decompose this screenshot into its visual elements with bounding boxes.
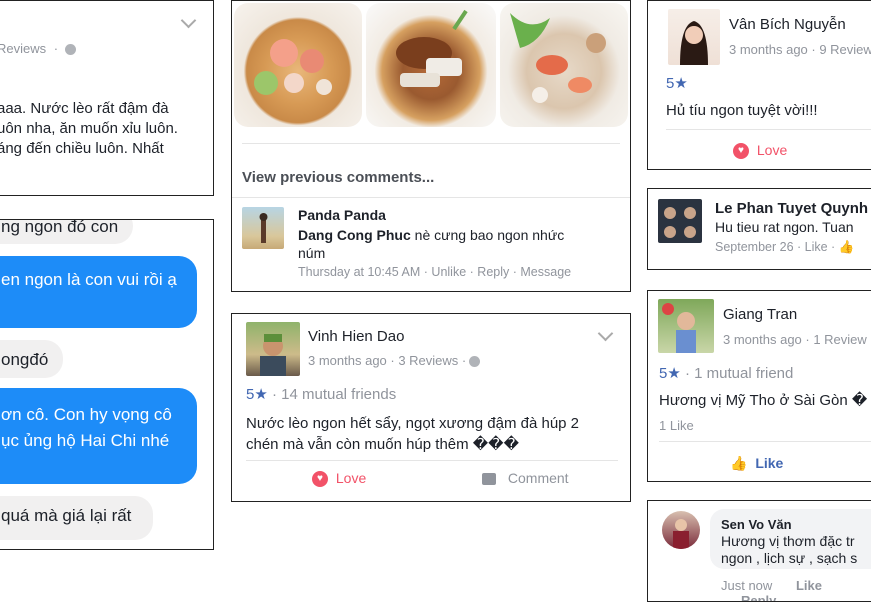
review-meta: September 26 · Like · xyxy=(715,240,836,254)
food-photo-1[interactable] xyxy=(234,3,362,127)
reviewer-avatar[interactable] xyxy=(246,322,300,376)
reviewer-name[interactable]: Vinh Hien Dao xyxy=(308,328,404,345)
reviewer-name[interactable]: Sen Vo Văn xyxy=(721,517,792,532)
reviewer-name[interactable]: Vân Bích Nguyễn xyxy=(729,16,846,33)
review-text-line: aaa. Nước lèo rất đậm đà xyxy=(0,100,169,117)
like-link[interactable]: Like xyxy=(796,578,822,593)
rating-stars: 5★ xyxy=(666,75,688,92)
food-photo-art xyxy=(396,9,468,87)
chat-bubble-sent: ơn cô. Con hy vọng cô ục ủng hộ Hai Chi … xyxy=(0,388,197,484)
reviewer-avatar[interactable] xyxy=(662,511,700,549)
globe-icon xyxy=(469,356,481,368)
chat-card: ng ngon đó con en ngon là con vui rồi ạ … xyxy=(0,219,214,550)
commenter-avatar[interactable] xyxy=(242,207,284,249)
review-card-le: Le Phan Tuyet Quynh Hu tieu rat ngon. Tu… xyxy=(647,188,871,270)
heart-icon: ♥ xyxy=(733,143,749,160)
review-text: Hủ tíu ngon tuyệt vời!!! xyxy=(666,102,818,119)
review-meta: 3 months ago · 3 Reviews · xyxy=(308,353,467,368)
food-photo-art xyxy=(510,13,606,103)
thumbs-up-icon: 👍 xyxy=(838,240,855,254)
review-text: Hương vị Mỹ Tho ở Sài Gòn � xyxy=(659,392,868,409)
avatar-art xyxy=(260,334,286,376)
review-card-giang: Giang Tran 3 months ago · 1 Review 5★ · … xyxy=(647,290,871,482)
view-previous-comments-link[interactable]: View previous comments... xyxy=(242,169,434,186)
message-link[interactable]: Message xyxy=(520,265,571,279)
chat-bubble-received: ng ngon đó con xyxy=(0,220,133,244)
chevron-down-icon[interactable] xyxy=(597,325,614,342)
reply-link[interactable]: Reply xyxy=(741,593,776,601)
heart-icon: ♥ xyxy=(312,471,328,488)
like-count[interactable]: 1 Like xyxy=(659,418,694,433)
comment-time: Just now xyxy=(721,578,773,593)
comment-text: Hương vị thơm đặc tr ngon , lịch sự , sạ… xyxy=(721,533,858,566)
reviewer-avatar[interactable] xyxy=(658,199,702,243)
comment-text: Dang Cong Phuc nè cưng bao ngon nhức núm xyxy=(298,227,565,261)
avatar-art xyxy=(680,21,708,65)
comment-button[interactable]: Comment xyxy=(482,470,569,486)
review-meta: 3 months ago · 9 Review xyxy=(729,42,871,57)
mutual-friends[interactable]: 14 mutual friends xyxy=(281,386,396,403)
avatar-art xyxy=(259,213,268,243)
comment-icon xyxy=(482,473,496,486)
review-meta: Reviews xyxy=(0,41,47,56)
comment-footer: Thursday at 10:45 AM · Unlike · Reply · … xyxy=(298,265,572,279)
mention-link[interactable]: Dang Cong Phuc xyxy=(298,227,411,243)
review-text-line: áng đến chiều luôn. Nhất xyxy=(0,140,164,157)
thumbs-up-icon: 👍 xyxy=(730,455,748,471)
like-button[interactable]: 👍 Like xyxy=(730,455,783,472)
food-photo-3[interactable] xyxy=(500,3,628,127)
review-text-line: uôn nha, ăn muốn xỉu luôn. xyxy=(0,120,178,137)
globe-icon xyxy=(65,44,77,56)
reviewer-avatar[interactable] xyxy=(658,299,714,353)
avatar-art xyxy=(662,303,696,353)
avatar-art xyxy=(664,207,696,238)
reviewer-avatar[interactable] xyxy=(668,9,720,65)
food-photo-2[interactable] xyxy=(366,3,496,127)
chevron-down-icon[interactable] xyxy=(180,12,197,29)
rating-stars: 5★ xyxy=(659,365,681,382)
chat-bubble-received: quá mà giá lại rất xyxy=(0,496,153,540)
love-button[interactable]: ♥ Love xyxy=(733,142,787,160)
reviewer-name[interactable]: Le Phan Tuyet Quynh xyxy=(715,200,868,217)
unlike-link[interactable]: Unlike xyxy=(431,265,466,279)
commenter-name[interactable]: Panda Panda xyxy=(298,207,386,223)
chat-bubble-received: ongđó xyxy=(0,340,63,378)
review-card-van: Vân Bích Nguyễn 3 months ago · 9 Review … xyxy=(647,0,871,170)
review-card-sen: Sen Vo Văn Hương vị thơm đặc tr ngon , l… xyxy=(647,500,871,602)
food-photo-art xyxy=(254,39,332,95)
review-text: Hu tieu rat ngon. Tuan xyxy=(715,219,854,235)
avatar-art xyxy=(673,519,689,549)
review-meta: 3 months ago · 1 Review xyxy=(723,332,867,347)
review-card-topleft: Reviews · aaa. Nước lèo rất đậm đà uôn n… xyxy=(0,0,214,196)
love-button[interactable]: ♥ Love xyxy=(312,470,366,488)
mutual-friends[interactable]: 1 mutual friend xyxy=(694,365,793,382)
chat-bubble-sent: en ngon là con vui rồi ạ xyxy=(0,256,197,328)
reviewer-name[interactable]: Giang Tran xyxy=(723,306,797,323)
reply-link[interactable]: Reply xyxy=(477,265,509,279)
comment-time[interactable]: Thursday at 10:45 AM xyxy=(298,265,420,279)
review-card-vinh: Vinh Hien Dao 3 months ago · 3 Reviews ·… xyxy=(231,313,631,502)
rating-stars: 5★ xyxy=(246,386,268,403)
review-text: Nước lèo ngon hết sẩy, ngọt xương đậm đà… xyxy=(246,415,580,453)
photo-post-card: View previous comments... Panda Panda Da… xyxy=(231,0,631,292)
